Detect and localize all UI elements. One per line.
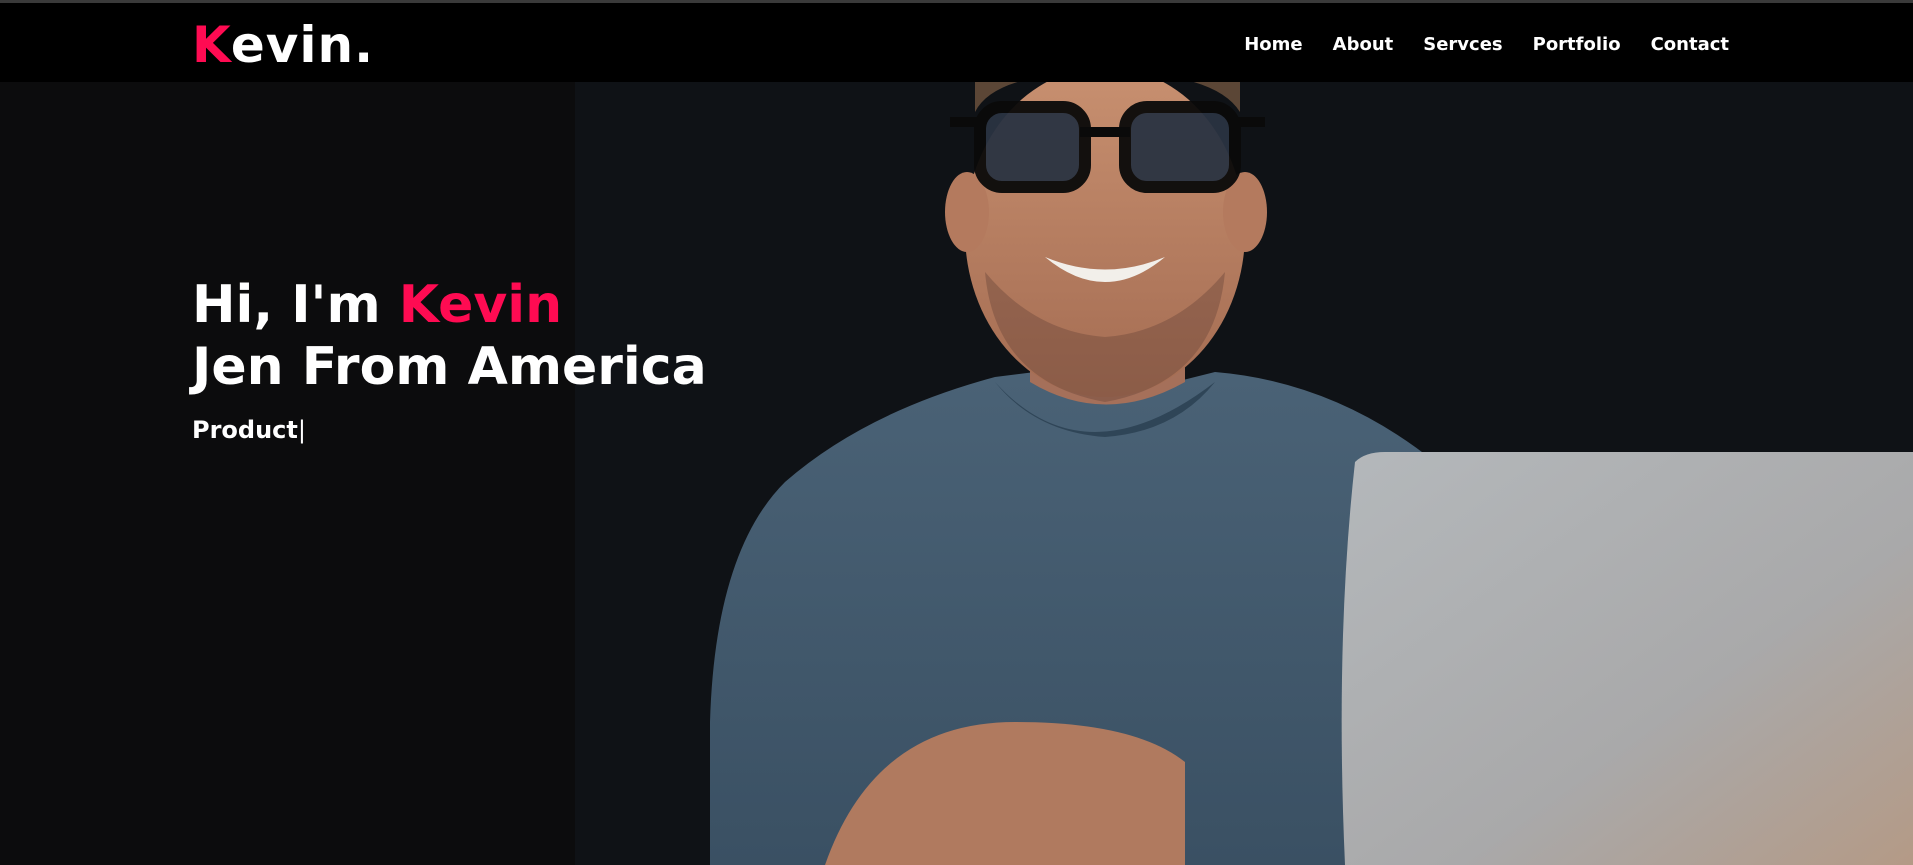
nav-services[interactable]: Servces <box>1423 31 1502 59</box>
main-nav: Home About Servces Portfolio Contact <box>1244 31 1729 59</box>
nav-portfolio[interactable]: Portfolio <box>1533 31 1621 59</box>
nav-contact[interactable]: Contact <box>1651 31 1729 59</box>
page: Kevin. Home About Servces Portfolio Cont… <box>0 0 1913 865</box>
nav-about[interactable]: About <box>1333 31 1394 59</box>
typing-cursor: | <box>297 416 306 444</box>
nav-home[interactable]: Home <box>1244 31 1302 59</box>
hero-text: Hi, I'm Kevin Jen From America Product| <box>192 274 707 444</box>
typed-text: Product <box>192 416 298 444</box>
logo-text: evin. <box>230 16 375 74</box>
navbar: Kevin. Home About Servces Portfolio Cont… <box>0 3 1913 82</box>
hero-person-photo <box>710 82 1913 865</box>
hero-subtitle: Jen From America <box>192 337 707 397</box>
hero-section: Hi, I'm Kevin Jen From America Product| <box>0 82 1913 865</box>
typed-role: Product| <box>192 416 707 444</box>
logo-initial: K <box>192 16 231 74</box>
hero-heading: Hi, I'm Kevin <box>192 274 707 336</box>
site-logo[interactable]: Kevin. <box>192 15 374 75</box>
hero-greeting: Hi, I'm <box>192 275 399 335</box>
hero-name: Kevin <box>398 275 563 335</box>
